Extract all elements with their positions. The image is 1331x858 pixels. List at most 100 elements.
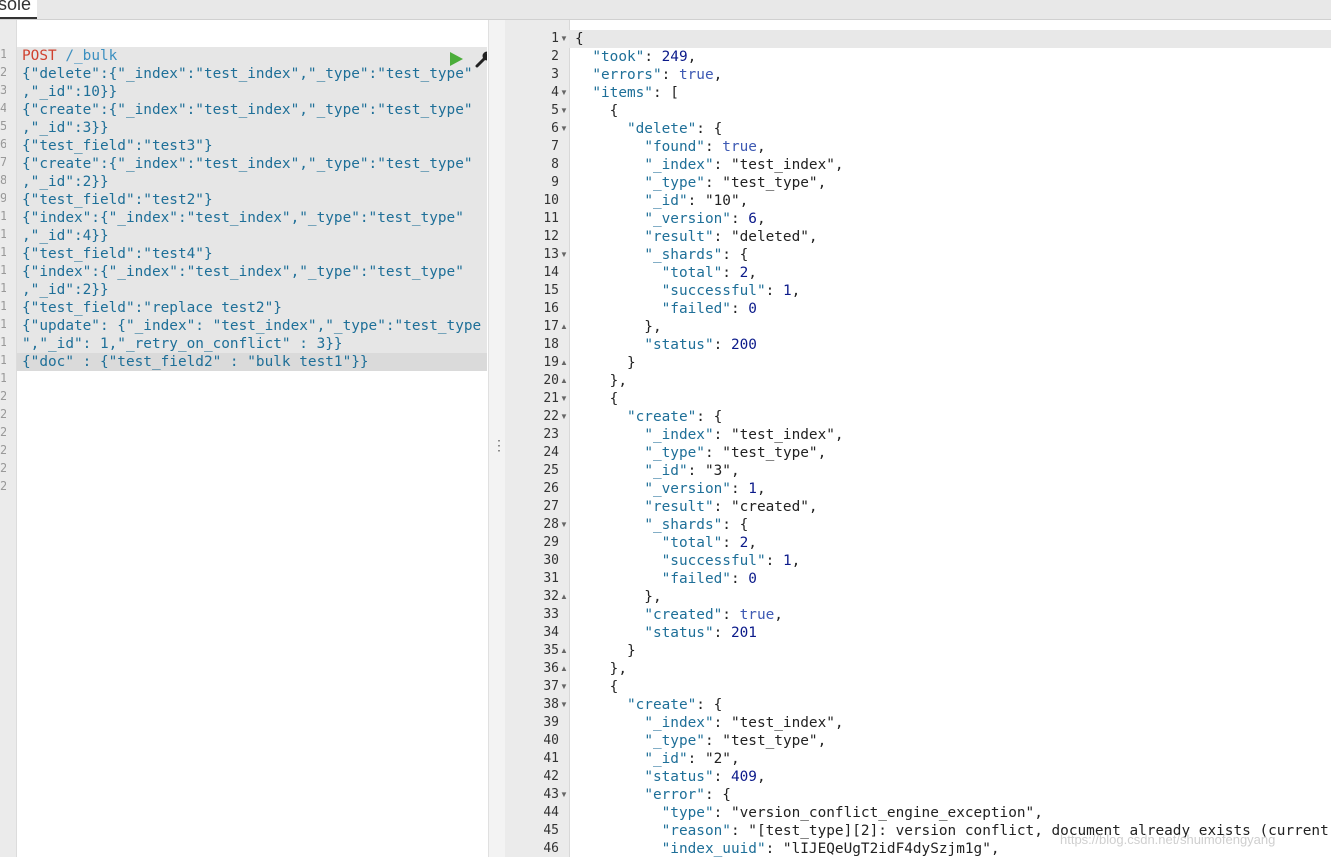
response-gutter-row: 35 ▲ [505,642,569,660]
request-line-number: 15 [0,299,6,313]
line-number: 12 [543,229,559,244]
request-method: POST [22,48,57,64]
fold-expanded-icon[interactable]: ▼ [560,678,568,696]
request-line[interactable]: {"update": {"_index": "test_index","_typ… [22,317,481,335]
response-line: "_type": "test_type", [644,733,827,749]
tab-console[interactable]: sole [0,0,37,19]
watermark: https://blog.csdn.net/shuimofengyang [1060,832,1276,847]
request-line-number: 5 [0,119,6,133]
request-line-number: 4 [0,101,6,115]
fold-expanded-icon[interactable]: ▼ [560,696,568,714]
fold-end-icon[interactable]: ▲ [560,318,568,336]
response-line: } [575,643,636,659]
line-number: 8 [551,157,559,172]
request-line-number: 21 [0,407,6,421]
line-number: 44 [543,805,559,820]
request-line[interactable]: {"doc" : {"test_field2" : "bulk test1"}} [22,353,481,371]
response-gutter-row: 26 [505,480,569,498]
request-line[interactable]: {"test_field":"test2"} [22,191,481,209]
request-line[interactable]: ,"_id":4}} [22,227,481,245]
request-line-number: 6 [0,137,6,151]
fold-expanded-icon[interactable]: ▼ [560,246,568,264]
request-line[interactable]: {"test_field":"replace test2"} [22,299,481,317]
request-line[interactable]: {"create":{"_index":"test_index","_type"… [22,101,481,119]
request-line-number: 12 [0,245,6,259]
response-line: { [575,103,619,119]
request-line-number: 9 [0,191,6,205]
response-gutter-row: 6 ▼ [505,120,569,138]
response-gutter-row: 42 [505,768,569,786]
fold-end-icon[interactable]: ▲ [560,642,568,660]
response-line-numbers: 1 ▼ 2 3 4 ▼ 5 ▼ 6 ▼ 7 8 9 10 11 12 13 ▼ 14 15 16 17 ▲ 18 19 ▲ 20 ▲ 2… [505,30,569,858]
response-line: "create": { [626,697,723,713]
panel-splitter[interactable]: ⋮ [488,20,506,857]
line-number: 4 [551,85,559,100]
line-number: 24 [543,445,559,460]
request-first-line[interactable]: POST /_bulk [22,47,481,65]
response-gutter-row: 37 ▼ [505,678,569,696]
response-line: "_id": "3", [644,463,740,479]
request-line[interactable]: {"test_field":"test4"} [22,245,481,263]
response-gutter-row: 30 [505,552,569,570]
fold-expanded-icon[interactable]: ▼ [560,102,568,120]
request-line[interactable]: ,"_id":3}} [22,119,481,137]
response-gutter-row: 39 [505,714,569,732]
request-line[interactable]: ","_id": 1,"_retry_on_conflict" : 3}} [22,335,481,353]
line-number: 36 [543,661,559,676]
fold-end-icon[interactable]: ▲ [560,660,568,678]
response-gutter-row: 38 ▼ [505,696,569,714]
request-line[interactable]: {"index":{"_index":"test_index","_type":… [22,263,481,281]
response-line: "_type": "test_type", [644,175,827,191]
request-line-number: 8 [0,173,6,187]
fold-end-icon[interactable]: ▲ [560,354,568,372]
request-line[interactable]: {"index":{"_index":"test_index","_type":… [22,209,481,227]
fold-expanded-icon[interactable]: ▼ [560,84,568,102]
fold-end-icon[interactable]: ▲ [560,588,568,606]
line-number: 40 [543,733,559,748]
response-gutter-row: 3 [505,66,569,84]
response-gutter-row: 29 [505,534,569,552]
line-number: 21 [543,391,559,406]
response-line: "_index": "test_index", [644,157,844,173]
fold-expanded-icon[interactable]: ▼ [560,30,568,48]
response-line: "create": { [626,409,723,425]
request-lines[interactable]: POST /_bulk {"delete":{"_index":"test_in… [22,47,481,371]
request-line[interactable]: {"test_field":"test3"} [22,137,481,155]
fold-expanded-icon[interactable]: ▼ [560,390,568,408]
response-line: "type": "version_conflict_engine_excepti… [661,805,1043,821]
response-gutter-row: 32 ▲ [505,588,569,606]
fold-expanded-icon[interactable]: ▼ [560,786,568,804]
line-number: 14 [543,265,559,280]
request-line[interactable]: ,"_id":10}} [22,83,481,101]
response-body[interactable]: { "took": 249, "errors": true, "items": … [575,30,1331,858]
request-gutter: 1234567891011121314151617181920212223242… [0,20,17,857]
splitter-handle-icon[interactable]: ⋮ [492,438,506,452]
response-gutter-row: 8 [505,156,569,174]
response-line: "total": 2, [661,535,757,551]
response-gutter-row: 45 [505,822,569,840]
request-line[interactable]: ,"_id":2}} [22,281,481,299]
response-gutter-row: 31 [505,570,569,588]
fold-end-icon[interactable]: ▲ [560,372,568,390]
fold-expanded-icon[interactable]: ▼ [560,120,568,138]
response-gutter-row: 46 [505,840,569,858]
line-number: 38 [543,697,559,712]
response-gutter-row: 19 ▲ [505,354,569,372]
wrench-icon[interactable] [475,50,487,68]
response-gutter-row: 14 [505,264,569,282]
response-gutter-row: 15 [505,282,569,300]
response-line: "result": "deleted", [644,229,818,245]
request-line[interactable]: {"delete":{"_index":"test_index","_type"… [22,65,481,83]
response-line: "result": "created", [644,499,818,515]
request-line[interactable]: {"create":{"_index":"test_index","_type"… [22,155,481,173]
request-line-number: 22 [0,425,6,439]
fold-expanded-icon[interactable]: ▼ [560,516,568,534]
request-line[interactable]: ,"_id":2}} [22,173,481,191]
request-editor[interactable]: POST /_bulk {"delete":{"_index":"test_in… [17,20,487,857]
play-icon[interactable] [450,52,463,66]
line-number: 26 [543,481,559,496]
line-number: 46 [543,841,559,856]
fold-expanded-icon[interactable]: ▼ [560,408,568,426]
request-line-number: 17 [0,335,6,349]
response-line: "took": 249, [592,49,697,65]
